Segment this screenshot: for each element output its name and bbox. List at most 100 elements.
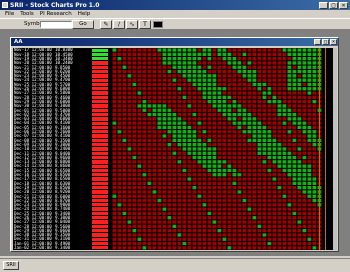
heatmap-cell <box>232 100 237 104</box>
close-icon[interactable]: × <box>339 1 348 9</box>
heatmap-cell <box>157 65 162 69</box>
heatmap-cell <box>207 108 212 112</box>
maximize-icon[interactable]: □ <box>329 1 338 9</box>
text-tool-icon[interactable]: T <box>139 20 151 29</box>
child-minimize-icon[interactable]: _ <box>314 39 321 45</box>
heatmap-cell <box>207 181 212 185</box>
heatmap-cell <box>227 87 232 91</box>
heatmap-cell <box>197 69 202 74</box>
heatmap-cell <box>182 95 187 99</box>
heatmap-cell <box>127 177 132 181</box>
heatmap-cell <box>232 134 237 138</box>
heatmap-cell <box>227 143 232 147</box>
heatmap-cell <box>297 237 302 241</box>
heatmap-cell <box>232 121 237 125</box>
heatmap-cell <box>262 91 267 95</box>
heatmap-cell <box>192 95 197 99</box>
menu-tools[interactable]: Tools <box>17 11 37 17</box>
heatmap-cell <box>137 130 142 134</box>
heatmap-cell <box>187 78 192 82</box>
heatmap-cell <box>297 168 302 173</box>
heatmap-cell <box>247 151 252 155</box>
heatmap-cell <box>187 108 192 112</box>
heatmap-cell <box>292 203 297 207</box>
heatmap-cell <box>307 233 312 237</box>
heatmap-cell <box>142 138 147 142</box>
heatmap-cell <box>112 147 117 151</box>
heatmap-cell <box>257 74 262 78</box>
draw-line-icon[interactable]: ∕ <box>113 20 125 29</box>
heatmap-cell <box>192 117 197 121</box>
heatmap-cell <box>267 151 272 155</box>
heatmap-cell <box>302 198 307 203</box>
heatmap-cell <box>312 112 317 117</box>
heatmap-cell <box>157 207 162 211</box>
heatmap-cell <box>147 138 152 142</box>
heatmap-cell <box>192 74 197 78</box>
menu-pi-research[interactable]: PI Research <box>37 11 75 17</box>
child-maximize-icon[interactable]: □ <box>322 39 329 45</box>
heatmap-cell <box>152 177 157 181</box>
draw-curve-icon[interactable]: ∿ <box>126 20 138 29</box>
minimize-icon[interactable]: _ <box>319 1 328 9</box>
heatmap-cell <box>142 147 147 151</box>
heatmap-cell <box>297 134 302 138</box>
color-swatch[interactable] <box>153 21 163 28</box>
heatmap-cell <box>127 203 132 207</box>
heatmap-cell <box>292 181 297 185</box>
heatmap-cell <box>192 173 197 177</box>
heatmap-cell <box>132 61 137 65</box>
heatmap-cell <box>252 112 257 117</box>
heatmap-cell <box>177 130 182 134</box>
heatmap-cell <box>287 186 292 190</box>
heatmap-cell <box>222 130 227 134</box>
heatmap-cell <box>182 125 187 130</box>
heatmap-cell <box>292 216 297 220</box>
heatmap-cell <box>122 61 127 65</box>
go-button[interactable]: Go <box>72 20 94 29</box>
heatmap-cell <box>182 207 187 211</box>
heatmap-cell <box>162 138 167 142</box>
heatmap-cell <box>297 130 302 134</box>
menu-file[interactable]: File <box>2 11 17 17</box>
heatmap-cell <box>142 246 147 250</box>
heatmap-cell <box>227 194 232 198</box>
heatmap-cell <box>147 233 152 237</box>
heatmap-cell <box>267 121 272 125</box>
row-trend-bar <box>92 216 108 220</box>
heatmap-cell <box>202 65 207 69</box>
heatmap-cell <box>267 108 272 112</box>
heatmap-cell <box>142 160 147 164</box>
child-close-icon[interactable]: × <box>330 39 337 45</box>
heatmap-cell <box>312 95 317 99</box>
heatmap-cell <box>217 95 222 99</box>
heatmap-cell <box>287 207 292 211</box>
heatmap-cell <box>127 82 132 87</box>
heatmap-cell <box>297 121 302 125</box>
heatmap-cell <box>302 112 307 117</box>
chart-pen-icon[interactable]: ✎ <box>100 20 112 29</box>
symbol-input[interactable] <box>40 21 72 28</box>
heatmap-cell <box>292 121 297 125</box>
heatmap-cell <box>267 207 272 211</box>
heatmap-cell <box>217 198 222 203</box>
heatmap-cell <box>227 198 232 203</box>
heatmap-cell <box>262 134 267 138</box>
heatmap-cell <box>282 229 287 233</box>
heatmap-cell <box>292 177 297 181</box>
chart-window-title: AA <box>14 39 23 45</box>
heatmap-cell <box>282 65 287 69</box>
status-tab[interactable]: SRII <box>3 261 19 270</box>
heatmap-cell <box>192 160 197 164</box>
heatmap-cell <box>252 138 257 142</box>
heatmap-cell <box>227 151 232 155</box>
heatmap-cell <box>222 203 227 207</box>
menu-help[interactable]: Help <box>75 11 94 17</box>
heatmap-cell <box>262 95 267 99</box>
heatmap-cell <box>237 138 242 142</box>
vertical-scrollbar[interactable] <box>333 48 337 250</box>
heatmap-cell <box>277 69 282 74</box>
heatmap-cell <box>247 229 252 233</box>
heatmap-cell <box>202 168 207 173</box>
heatmap-cell <box>182 104 187 108</box>
